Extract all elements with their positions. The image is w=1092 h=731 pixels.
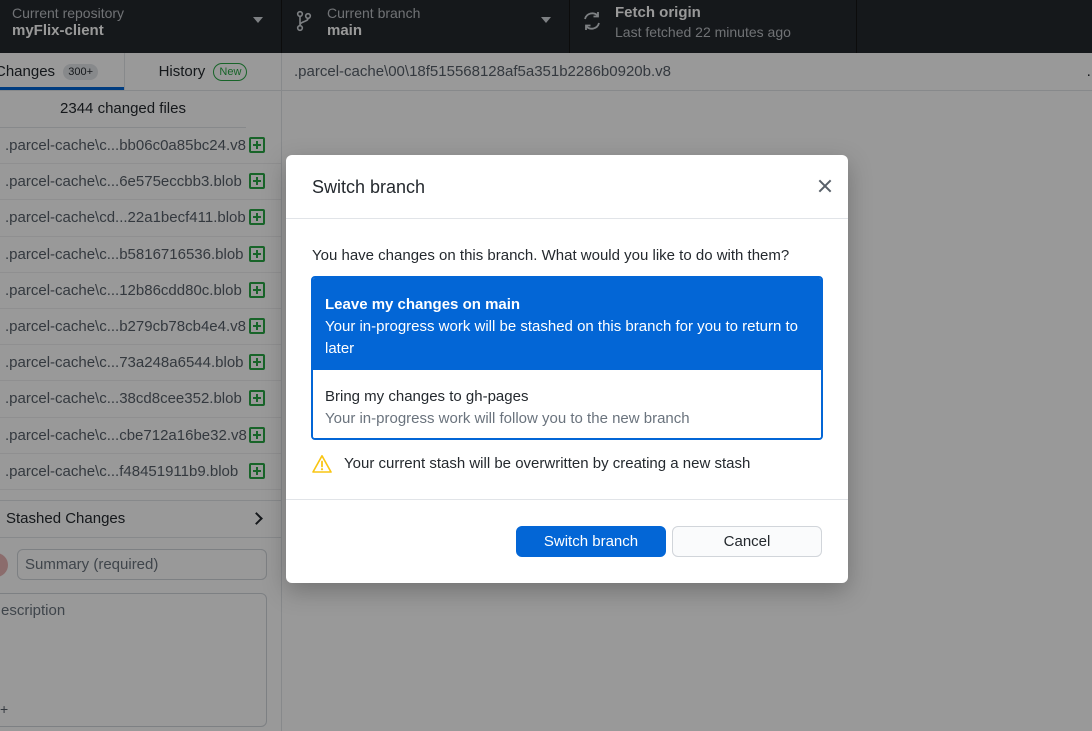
stash-options: Leave my changes on main Your in-progres… <box>311 276 823 440</box>
stash-warning: Your current stash will be overwritten b… <box>312 454 822 476</box>
close-icon[interactable] <box>818 179 832 193</box>
dialog-title: Switch branch <box>312 177 426 197</box>
option-bring-changes[interactable]: Bring my changes to gh-pages Your in-pro… <box>313 370 821 438</box>
option-leave-changes[interactable]: Leave my changes on main Your in-progres… <box>313 278 821 370</box>
option-title: Bring my changes to gh-pages <box>325 388 529 405</box>
dialog-footer: Switch branch Cancel <box>286 499 848 584</box>
switch-branch-button[interactable]: Switch branch <box>516 526 666 557</box>
option-title: Leave my changes on main <box>325 296 521 313</box>
warning-text: Your current stash will be overwritten b… <box>344 455 751 472</box>
switch-branch-dialog: Switch branch You have changes on this b… <box>286 155 848 583</box>
dialog-header: Switch branch <box>286 155 848 219</box>
warning-icon <box>312 455 332 473</box>
dialog-question: You have changes on this branch. What wo… <box>312 247 790 264</box>
cancel-button[interactable]: Cancel <box>672 526 822 557</box>
option-description: Your in-progress work will be stashed on… <box>325 318 799 357</box>
option-description: Your in-progress work will follow you to… <box>325 410 690 427</box>
